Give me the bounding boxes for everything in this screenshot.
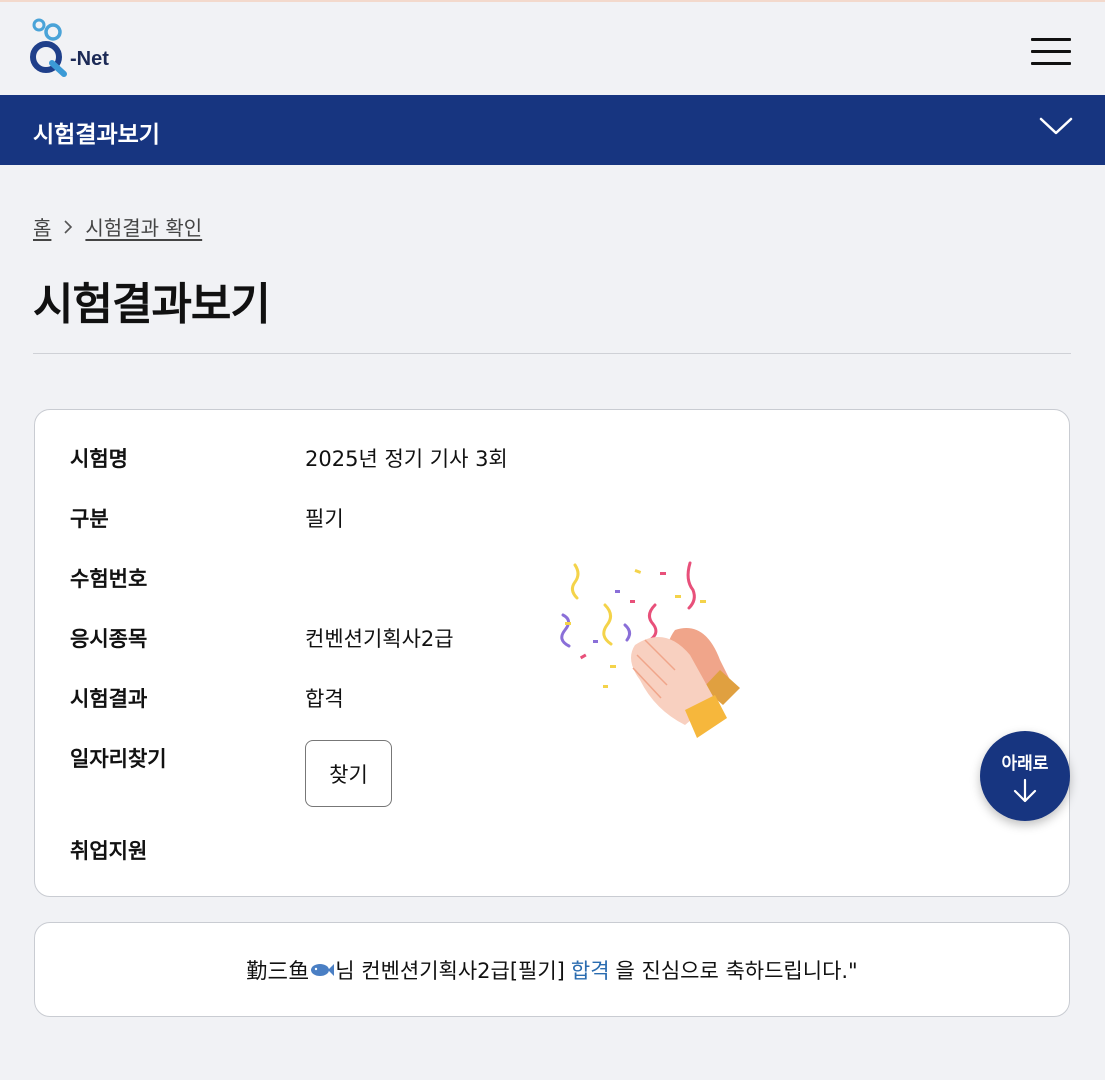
user-name: 勤三鱼 xyxy=(246,958,310,983)
chevron-right-icon xyxy=(64,219,73,234)
row-label-exam-number: 수험번호 xyxy=(70,567,148,591)
row-label-employment-support: 취업지원 xyxy=(70,839,148,863)
section-nav-title: 시험결과보기 xyxy=(33,122,160,148)
chevron-down-icon[interactable] xyxy=(1039,115,1073,137)
logo-text: -Net xyxy=(70,48,109,70)
menu-icon[interactable] xyxy=(1031,38,1071,66)
row-label-exam-name: 시험명 xyxy=(70,447,128,471)
result-card: 시험명 2025년 정기 기사 3회 구분 필기 수험번호 응시종목 컨벤션기획… xyxy=(34,409,1070,897)
row-label-subject: 응시종목 xyxy=(70,627,148,651)
breadcrumb-current-link[interactable]: 시험결과 확인 xyxy=(85,212,202,241)
row-label-result: 시험결과 xyxy=(70,687,148,711)
row-value-exam-name: 2025년 정기 기사 3회 xyxy=(305,447,508,471)
clapping-hands-icon xyxy=(560,561,740,738)
row-value-category: 필기 xyxy=(305,507,344,531)
row-label-job-search: 일자리찾기 xyxy=(70,747,167,771)
row-label-category: 구분 xyxy=(70,507,109,531)
find-job-button[interactable]: 찾기 xyxy=(305,740,392,807)
section-nav-bar[interactable]: 시험결과보기 xyxy=(0,95,1105,165)
page-title: 시험결과보기 xyxy=(33,279,271,330)
arrow-down-icon xyxy=(1013,778,1037,802)
message-tail: 을 진심으로 축하드립니다." xyxy=(615,958,858,983)
fish-icon xyxy=(311,963,335,976)
congratulation-message: 勤三鱼 님 컨벤션기획사2급[필기] 합격 을 진심으로 축하드립니다." xyxy=(34,922,1070,1017)
breadcrumb-home-link[interactable]: 홈 xyxy=(33,212,51,241)
message-subject: 님 컨벤션기획사2급[필기] xyxy=(335,958,565,983)
scroll-down-button[interactable]: 아래로 xyxy=(980,731,1070,821)
pass-text: 합격 xyxy=(570,958,610,983)
row-value-result: 합격 xyxy=(305,687,344,711)
breadcrumb: 홈 시험결과 확인 xyxy=(33,212,202,241)
scroll-down-label: 아래로 xyxy=(1001,753,1049,774)
title-divider xyxy=(33,353,1071,354)
row-value-subject: 컨벤션기획사2급 xyxy=(305,627,454,651)
top-bar: -Net xyxy=(0,0,1105,95)
